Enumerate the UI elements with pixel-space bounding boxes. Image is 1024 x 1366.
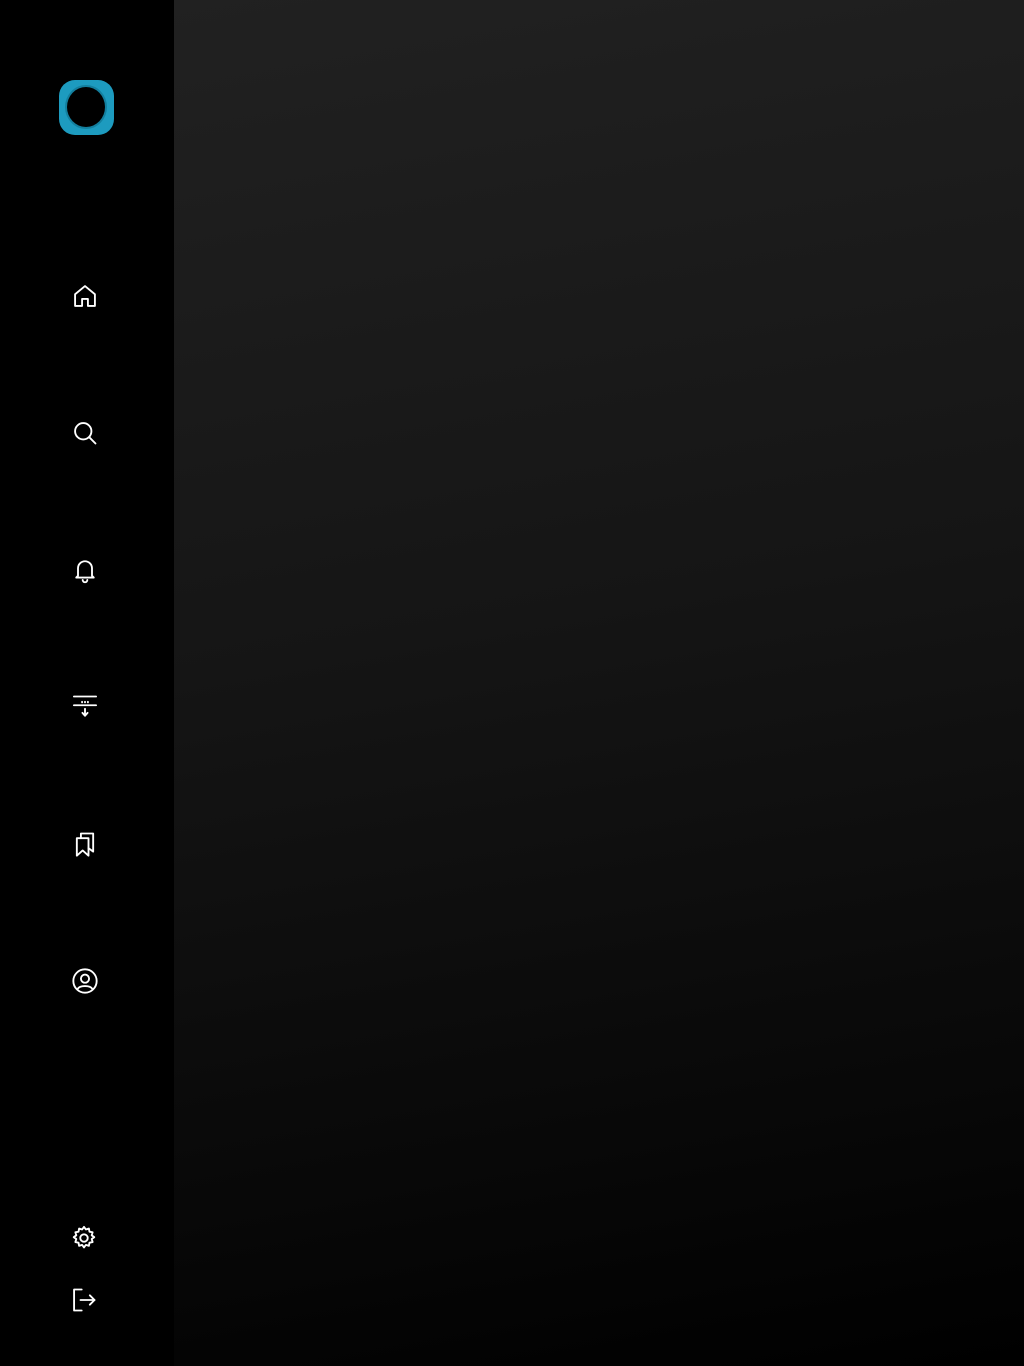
user-circle-icon	[72, 968, 98, 994]
gear-icon	[72, 1225, 96, 1249]
bookmarks-icon	[75, 832, 95, 857]
sidebar-item-home[interactable]	[60, 271, 110, 321]
app-logo[interactable]	[59, 80, 114, 135]
settings-button[interactable]	[59, 1213, 109, 1263]
search-icon	[74, 422, 97, 445]
app-window	[0, 0, 1024, 1366]
sidebar-item-downloads[interactable]	[60, 682, 110, 732]
main-content-area	[174, 0, 1024, 1366]
app-logo-ring-icon	[67, 87, 105, 127]
home-icon	[74, 285, 96, 307]
sidebar-item-search[interactable]	[60, 408, 110, 458]
sign-out-button[interactable]	[59, 1275, 109, 1325]
bell-icon	[75, 560, 95, 584]
sidebar-item-notifications[interactable]	[60, 545, 110, 595]
sidebar-item-bookmarks[interactable]	[60, 819, 110, 869]
sidebar	[0, 0, 174, 1366]
sidebar-item-profile[interactable]	[60, 956, 110, 1006]
download-list-icon	[72, 695, 98, 717]
sign-out-icon	[73, 1288, 96, 1312]
